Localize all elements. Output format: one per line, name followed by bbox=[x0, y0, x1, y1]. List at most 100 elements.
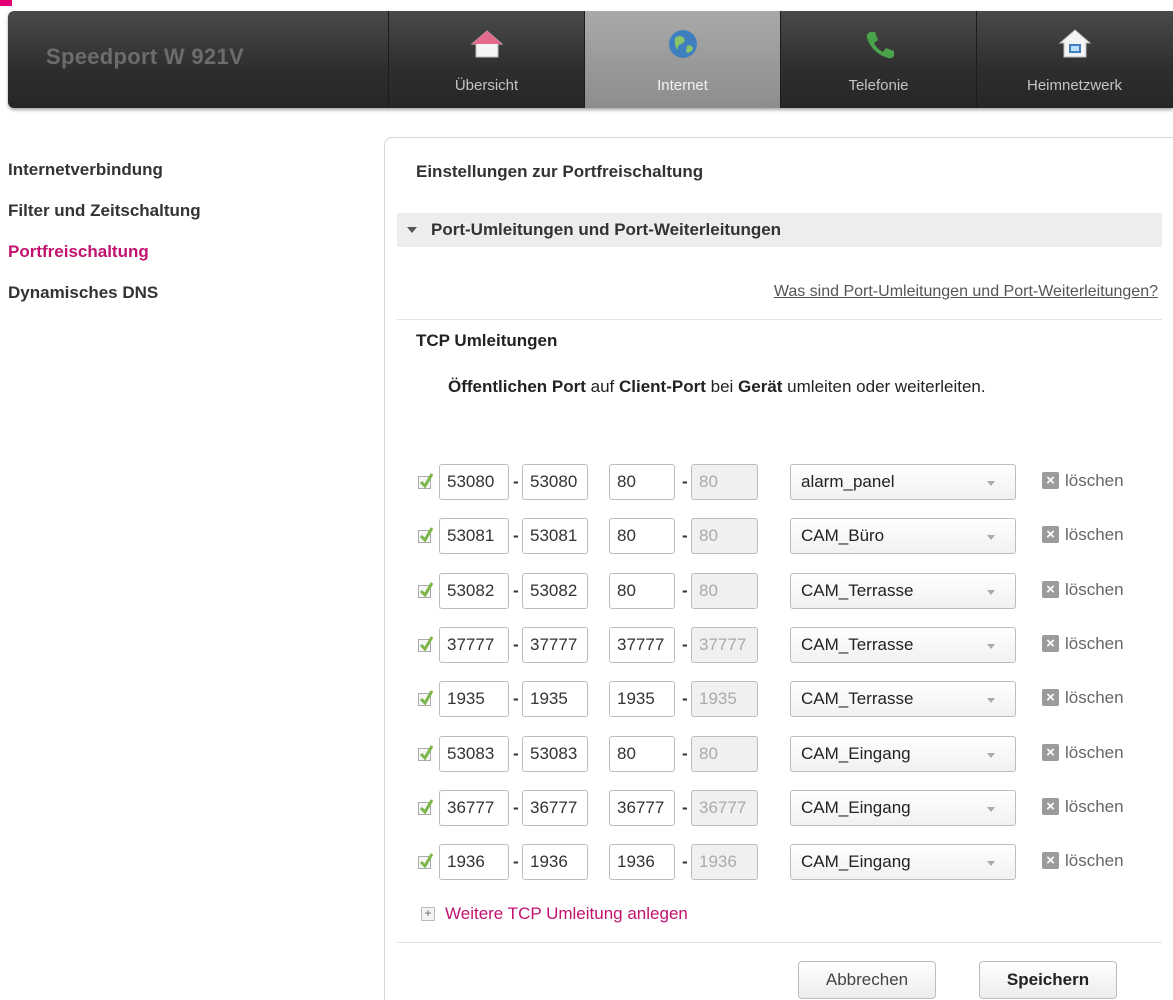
save-button[interactable]: Speichern bbox=[979, 961, 1117, 999]
divider bbox=[397, 942, 1162, 943]
device-select-value: CAM_Eingang bbox=[801, 852, 911, 871]
public-port-to-input[interactable]: 53080 bbox=[522, 464, 588, 500]
sidebar-item-dynamisches-dns[interactable]: Dynamisches DNS bbox=[8, 281, 201, 322]
enable-checkbox[interactable] bbox=[418, 799, 434, 815]
device-select-value: CAM_Terrasse bbox=[801, 689, 914, 708]
enable-checkbox[interactable] bbox=[418, 636, 434, 652]
section-title: Port-Umleitungen und Port-Weiterleitunge… bbox=[431, 220, 782, 239]
range-dash: - bbox=[513, 798, 519, 817]
client-port-to-input: 80 bbox=[691, 736, 758, 772]
delete-label: löschen bbox=[1065, 688, 1124, 707]
range-dash: - bbox=[682, 472, 688, 491]
client-port-from-input[interactable]: 1936 bbox=[609, 844, 675, 880]
range-dash: - bbox=[682, 689, 688, 708]
enable-checkbox[interactable] bbox=[418, 853, 434, 869]
client-port-from-input[interactable]: 36777 bbox=[609, 790, 675, 826]
divider bbox=[397, 319, 1162, 320]
device-select[interactable]: CAM_Eingang bbox=[790, 736, 1016, 772]
settings-panel: Einstellungen zur Portfreischaltung Port… bbox=[384, 137, 1173, 1000]
client-port-from-input[interactable]: 80 bbox=[609, 464, 675, 500]
public-port-from-input[interactable]: 53082 bbox=[439, 573, 509, 609]
range-dash: - bbox=[682, 852, 688, 871]
enable-checkbox[interactable] bbox=[418, 527, 434, 543]
tab-internet[interactable]: Internet bbox=[584, 11, 780, 108]
enable-checkbox[interactable] bbox=[418, 690, 434, 706]
section-toggle[interactable]: Port-Umleitungen und Port-Weiterleitunge… bbox=[397, 213, 1162, 247]
sidebar-item-filter[interactable]: Filter und Zeitschaltung bbox=[8, 199, 201, 240]
client-port-from-input[interactable]: 80 bbox=[609, 736, 675, 772]
public-port-from-input[interactable]: 36777 bbox=[439, 790, 509, 826]
tab-heimnetzwerk[interactable]: Heimnetzwerk bbox=[976, 11, 1172, 108]
public-port-from-input[interactable]: 53080 bbox=[439, 464, 509, 500]
public-port-to-input[interactable]: 1936 bbox=[522, 844, 588, 880]
sidebar: Internetverbindung Filter und Zeitschalt… bbox=[8, 158, 201, 322]
sidebar-item-portfreischaltung[interactable]: Portfreischaltung bbox=[8, 240, 201, 281]
public-port-from-input[interactable]: 1936 bbox=[439, 844, 509, 880]
range-dash: - bbox=[682, 581, 688, 600]
device-select[interactable]: CAM_Terrasse bbox=[790, 573, 1016, 609]
device-select-value: CAM_Eingang bbox=[801, 798, 911, 817]
close-icon: × bbox=[1042, 744, 1059, 761]
public-port-from-input[interactable]: 53081 bbox=[439, 518, 509, 554]
public-port-to-input[interactable]: 37777 bbox=[522, 627, 588, 663]
tab-label: Übersicht bbox=[454, 77, 519, 94]
client-port-from-input[interactable]: 80 bbox=[609, 518, 675, 554]
tab-uebersicht[interactable]: Übersicht bbox=[388, 11, 584, 108]
public-port-to-input[interactable]: 1935 bbox=[522, 681, 588, 717]
range-dash: - bbox=[682, 798, 688, 817]
client-port-from-input[interactable]: 80 bbox=[609, 573, 675, 609]
client-port-to-input: 80 bbox=[691, 518, 758, 554]
device-select[interactable]: alarm_panel bbox=[790, 464, 1016, 500]
close-icon: × bbox=[1042, 635, 1059, 652]
cancel-button[interactable]: Abbrechen bbox=[798, 961, 936, 999]
collapse-triangle-icon bbox=[407, 227, 417, 233]
chevron-down-icon bbox=[987, 590, 995, 595]
checkmark-icon bbox=[419, 527, 434, 543]
client-port-from-input[interactable]: 37777 bbox=[609, 627, 675, 663]
close-icon: × bbox=[1042, 798, 1059, 815]
device-select[interactable]: CAM_Terrasse bbox=[790, 681, 1016, 717]
public-port-from-input[interactable]: 53083 bbox=[439, 736, 509, 772]
tcp-rule-row: 37777-37777 37777-37777 CAM_Terrasse × lösch… bbox=[418, 627, 1173, 663]
tab-telefonie[interactable]: Telefonie bbox=[780, 11, 976, 108]
section-subhead: TCP Umleitungen bbox=[416, 331, 558, 350]
enable-checkbox[interactable] bbox=[418, 582, 434, 598]
device-select[interactable]: CAM_Büro bbox=[790, 518, 1016, 554]
desc-text: umleiten oder weiterleiten. bbox=[782, 377, 986, 396]
chevron-down-icon bbox=[987, 698, 995, 703]
range-dash: - bbox=[513, 581, 519, 600]
sidebar-item-internetverbindung[interactable]: Internetverbindung bbox=[8, 158, 201, 199]
plus-icon: + bbox=[421, 907, 435, 921]
range-dash: - bbox=[682, 526, 688, 545]
client-port-to-input: 37777 bbox=[691, 627, 758, 663]
add-tcp-rule-label: Weitere TCP Umleitung anlegen bbox=[445, 904, 688, 923]
range-dash: - bbox=[513, 635, 519, 654]
tcp-rule-row: 1936-1936 1936-1936 CAM_Eingang × löschen bbox=[418, 844, 1173, 880]
description: Öffentlichen Port auf Client-Port bei Ge… bbox=[448, 377, 986, 397]
close-icon: × bbox=[1042, 526, 1059, 543]
chevron-down-icon bbox=[987, 807, 995, 812]
desc-device: Gerät bbox=[738, 377, 783, 396]
enable-checkbox[interactable] bbox=[418, 473, 434, 489]
public-port-to-input[interactable]: 53082 bbox=[522, 573, 588, 609]
delete-label: löschen bbox=[1065, 580, 1124, 599]
help-link[interactable]: Was sind Port-Umleitungen und Port-Weite… bbox=[774, 283, 1158, 301]
tcp-rule-row: 53082-53082 80-80 CAM_Terrasse × löschen bbox=[418, 573, 1173, 609]
client-port-from-input[interactable]: 1935 bbox=[609, 681, 675, 717]
delete-label: löschen bbox=[1065, 525, 1124, 544]
tcp-rule-row: 53083-53083 80-80 CAM_Eingang × löschen bbox=[418, 736, 1173, 772]
public-port-from-input[interactable]: 37777 bbox=[439, 627, 509, 663]
public-port-from-input[interactable]: 1935 bbox=[439, 681, 509, 717]
tab-label: Telefonie bbox=[848, 77, 909, 94]
device-select-value: CAM_Eingang bbox=[801, 744, 911, 763]
main-tabs: Übersicht Internet Telefonie Heimnetzwer… bbox=[388, 11, 1172, 108]
globe-icon bbox=[668, 30, 697, 58]
device-select[interactable]: CAM_Eingang bbox=[790, 790, 1016, 826]
enable-checkbox[interactable] bbox=[418, 745, 434, 761]
device-select[interactable]: CAM_Eingang bbox=[790, 844, 1016, 880]
public-port-to-input[interactable]: 36777 bbox=[522, 790, 588, 826]
device-select[interactable]: CAM_Terrasse bbox=[790, 627, 1016, 663]
public-port-to-input[interactable]: 53083 bbox=[522, 736, 588, 772]
tab-label: Heimnetzwerk bbox=[1026, 77, 1123, 94]
public-port-to-input[interactable]: 53081 bbox=[522, 518, 588, 554]
